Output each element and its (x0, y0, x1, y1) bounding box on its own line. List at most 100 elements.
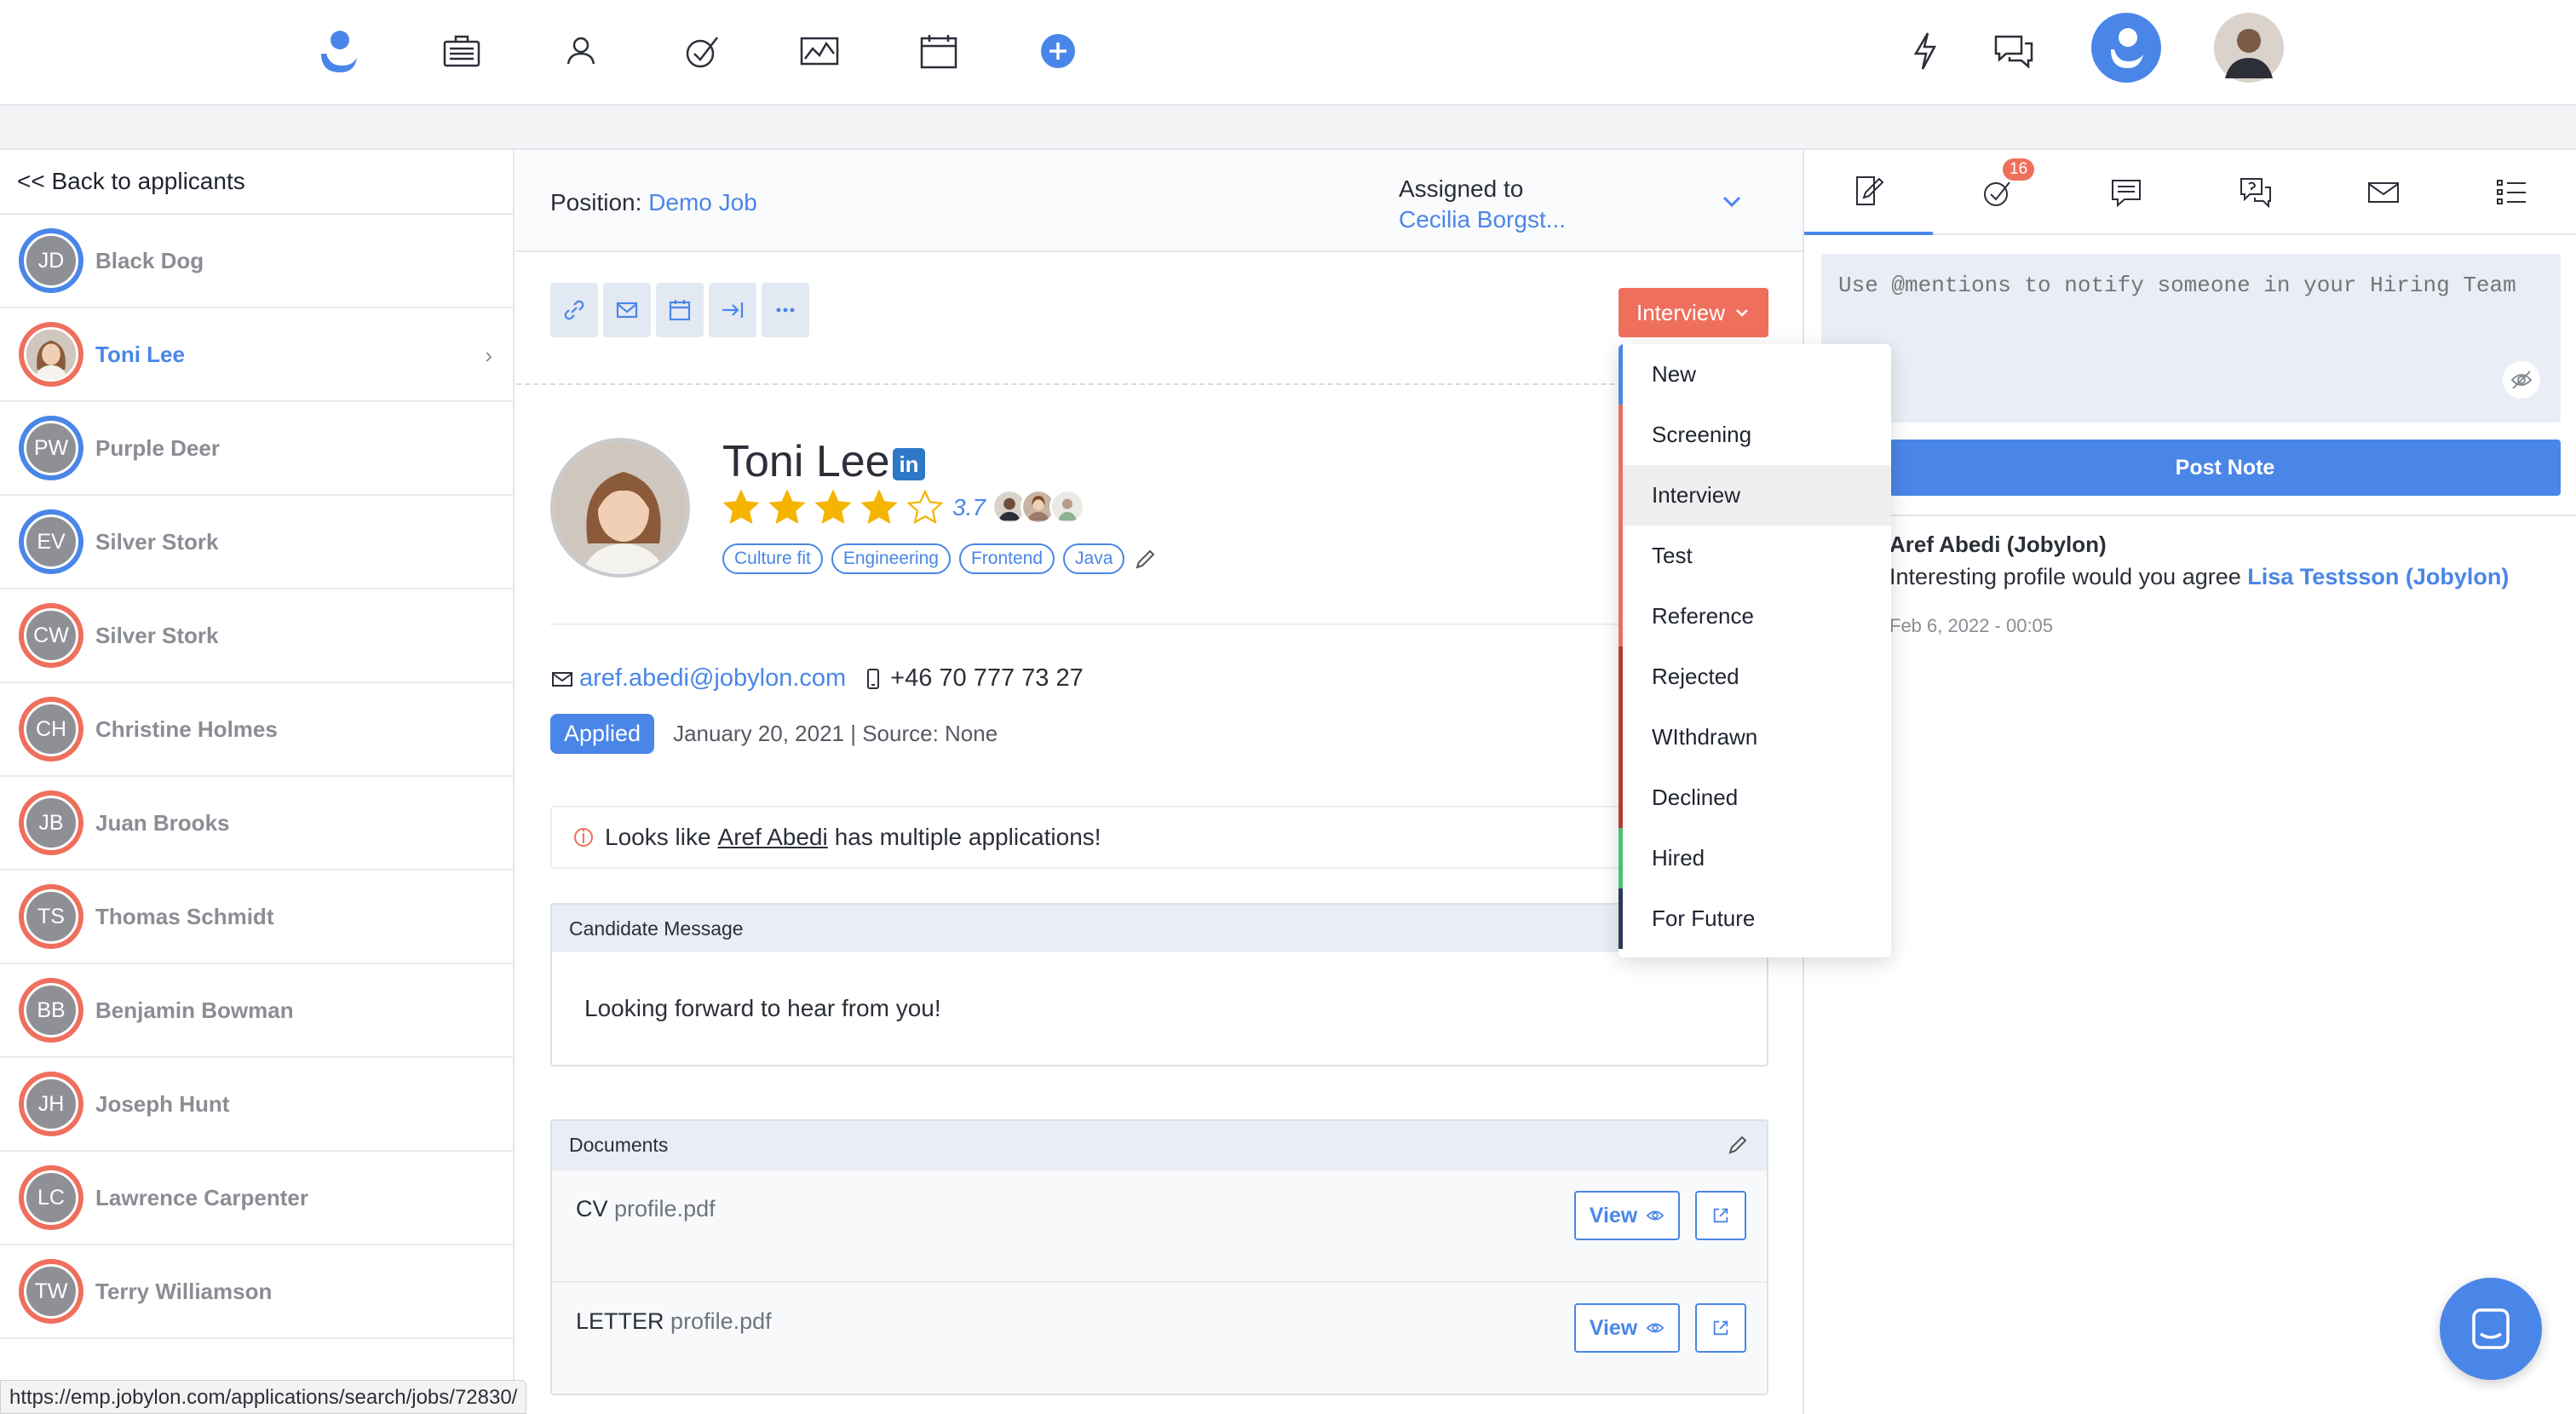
stage-option[interactable]: Screening (1619, 405, 1891, 465)
jobylon-logo-icon[interactable] (307, 19, 371, 83)
pencil-icon[interactable] (1133, 546, 1159, 572)
view-label: View (1589, 1203, 1638, 1227)
stage-option[interactable]: WIthdrawn (1619, 707, 1891, 767)
post-note-button[interactable]: Post Note (1889, 440, 2561, 496)
applicant-item[interactable]: CW Silver Stork (0, 589, 513, 683)
tab-questions[interactable] (2190, 150, 2319, 235)
stage-option[interactable]: New (1619, 344, 1891, 405)
applicant-photo (24, 327, 78, 382)
star-icon[interactable] (814, 489, 852, 526)
applicant-item[interactable]: BB Benjamin Bowman (0, 964, 513, 1058)
activity-panel: 16 Post Note Aref Abedi (Jobylon) Intere… (1803, 150, 2576, 1414)
stage-option[interactable]: Test (1619, 526, 1891, 586)
tab-messages[interactable] (2319, 150, 2447, 235)
applicant-item[interactable]: TS Thomas Schmidt (0, 871, 513, 964)
briefcase-icon[interactable] (429, 19, 494, 83)
document-file: profile.pdf (614, 1196, 716, 1221)
tag-chip[interactable]: Culture fit (722, 543, 823, 574)
applicant-item[interactable]: Toni Lee › (0, 308, 513, 402)
calendar-icon[interactable] (906, 19, 971, 83)
candidate-email[interactable]: aref.abedi@jobylon.com (579, 664, 846, 693)
multiple-applications-warning: i Looks like Aref Abedi has multiple app… (550, 806, 1768, 869)
tab-comments[interactable] (2061, 150, 2190, 235)
stage-option[interactable]: Hired (1619, 828, 1891, 888)
plus-icon[interactable] (1026, 19, 1090, 83)
note-body: Interesting profile would you agree (1889, 564, 2241, 589)
warning-suffix: has multiple applications! (834, 824, 1101, 850)
applicant-item[interactable]: JH Joseph Hunt (0, 1058, 513, 1152)
star-icon[interactable] (722, 489, 760, 526)
candidate-message-panel: Candidate Message Looking forward to hea… (550, 903, 1768, 1066)
applicant-item[interactable]: TW Terry Williamson (0, 1245, 513, 1339)
document-file: profile.pdf (670, 1308, 772, 1334)
phone-icon (867, 668, 880, 689)
star-icon[interactable] (906, 489, 944, 526)
view-document-button[interactable]: View (1574, 1191, 1680, 1240)
view-document-button[interactable]: View (1574, 1303, 1680, 1353)
back-to-applicants-link[interactable]: << Back to applicants (0, 150, 513, 215)
note-input[interactable] (1821, 254, 2561, 422)
note-text: Interesting profile would you agree Lisa… (1889, 564, 2509, 590)
open-external-button[interactable] (1695, 1303, 1746, 1353)
star-icon[interactable] (860, 489, 898, 526)
position-link[interactable]: Demo Job (648, 189, 757, 216)
open-external-button[interactable] (1695, 1191, 1746, 1240)
email-button[interactable] (603, 283, 651, 337)
check-icon[interactable] (670, 19, 734, 83)
chart-icon[interactable] (787, 19, 852, 83)
applicant-item[interactable]: PW Purple Deer (0, 402, 513, 496)
support-chat-button[interactable] (2440, 1278, 2542, 1380)
position-bar: Position: Demo Job Assigned to Cecilia B… (516, 150, 1803, 252)
lightning-icon[interactable] (1893, 19, 1958, 83)
tag-chip[interactable]: Frontend (958, 543, 1055, 574)
stage-option[interactable]: For Future (1619, 888, 1891, 949)
tag-chip[interactable]: Engineering (831, 543, 951, 574)
move-button[interactable] (709, 283, 756, 337)
rater-avatars (992, 489, 1085, 525)
applicants-sidebar: << Back to applicants JD Black Dog Toni Le… (0, 150, 515, 1414)
applicant-name: Christine Holmes (95, 716, 278, 742)
candidate-phone[interactable]: +46 70 777 73 27 (890, 664, 1084, 693)
user-avatar-icon[interactable] (2090, 12, 2162, 83)
chat-icon[interactable] (1981, 19, 2046, 83)
person-icon[interactable] (549, 19, 613, 83)
schedule-button[interactable] (656, 283, 704, 337)
mail-icon (2367, 182, 2399, 203)
more-button[interactable] (762, 283, 809, 337)
applicant-item[interactable]: JD Black Dog (0, 215, 513, 308)
link-button[interactable] (550, 283, 598, 337)
stage-option[interactable]: Reference (1619, 586, 1891, 647)
tag-chip[interactable]: Java (1063, 543, 1125, 574)
assigned-label: Assigned to (1399, 175, 1524, 202)
profile-photo[interactable] (2213, 12, 2285, 83)
calendar-icon (669, 300, 691, 321)
pencil-icon[interactable] (1726, 1133, 1750, 1157)
applicant-item[interactable]: JB Juan Brooks (0, 777, 513, 871)
applicant-name: Purple Deer (95, 434, 220, 461)
stage-option[interactable]: Declined (1619, 767, 1891, 828)
stage-option[interactable]: Interview (1619, 465, 1891, 526)
document-list: CV profile.pdf View LETTER profile.pdf View (552, 1169, 1767, 1394)
applicant-item[interactable]: LC Lawrence Carpenter (0, 1152, 513, 1245)
chevron-down-icon[interactable] (1717, 187, 1746, 216)
tab-activity-log[interactable] (2447, 150, 2576, 235)
tab-tasks[interactable]: 16 (1933, 150, 2061, 235)
tab-notes[interactable] (1804, 150, 1933, 235)
note-mention[interactable]: Lisa Testsson (Jobylon) (2247, 564, 2509, 589)
eye-off-icon[interactable] (2503, 361, 2540, 399)
rating-stars[interactable] (722, 489, 944, 526)
avatar-initials: CH (24, 702, 78, 756)
applicant-item[interactable]: EV Silver Stork (0, 496, 513, 589)
warning-prefix: Looks like (605, 824, 711, 850)
rating-value: 3.7 (952, 494, 986, 520)
applicant-name: Benjamin Bowman (95, 997, 294, 1023)
warning-candidate-link[interactable]: Aref Abedi (718, 824, 828, 851)
dashed-divider (516, 383, 1803, 385)
assigned-user[interactable]: Cecilia Borgst... (1399, 204, 1566, 235)
linkedin-icon[interactable]: in (893, 448, 925, 480)
star-icon[interactable] (768, 489, 806, 526)
applicant-item[interactable]: CH Christine Holmes (0, 683, 513, 777)
stage-dropdown-button[interactable]: Interview (1619, 288, 1768, 337)
applicant-list: JD Black Dog Toni Lee › PW Purple Deer EV Silve… (0, 215, 513, 1339)
stage-option[interactable]: Rejected (1619, 647, 1891, 707)
